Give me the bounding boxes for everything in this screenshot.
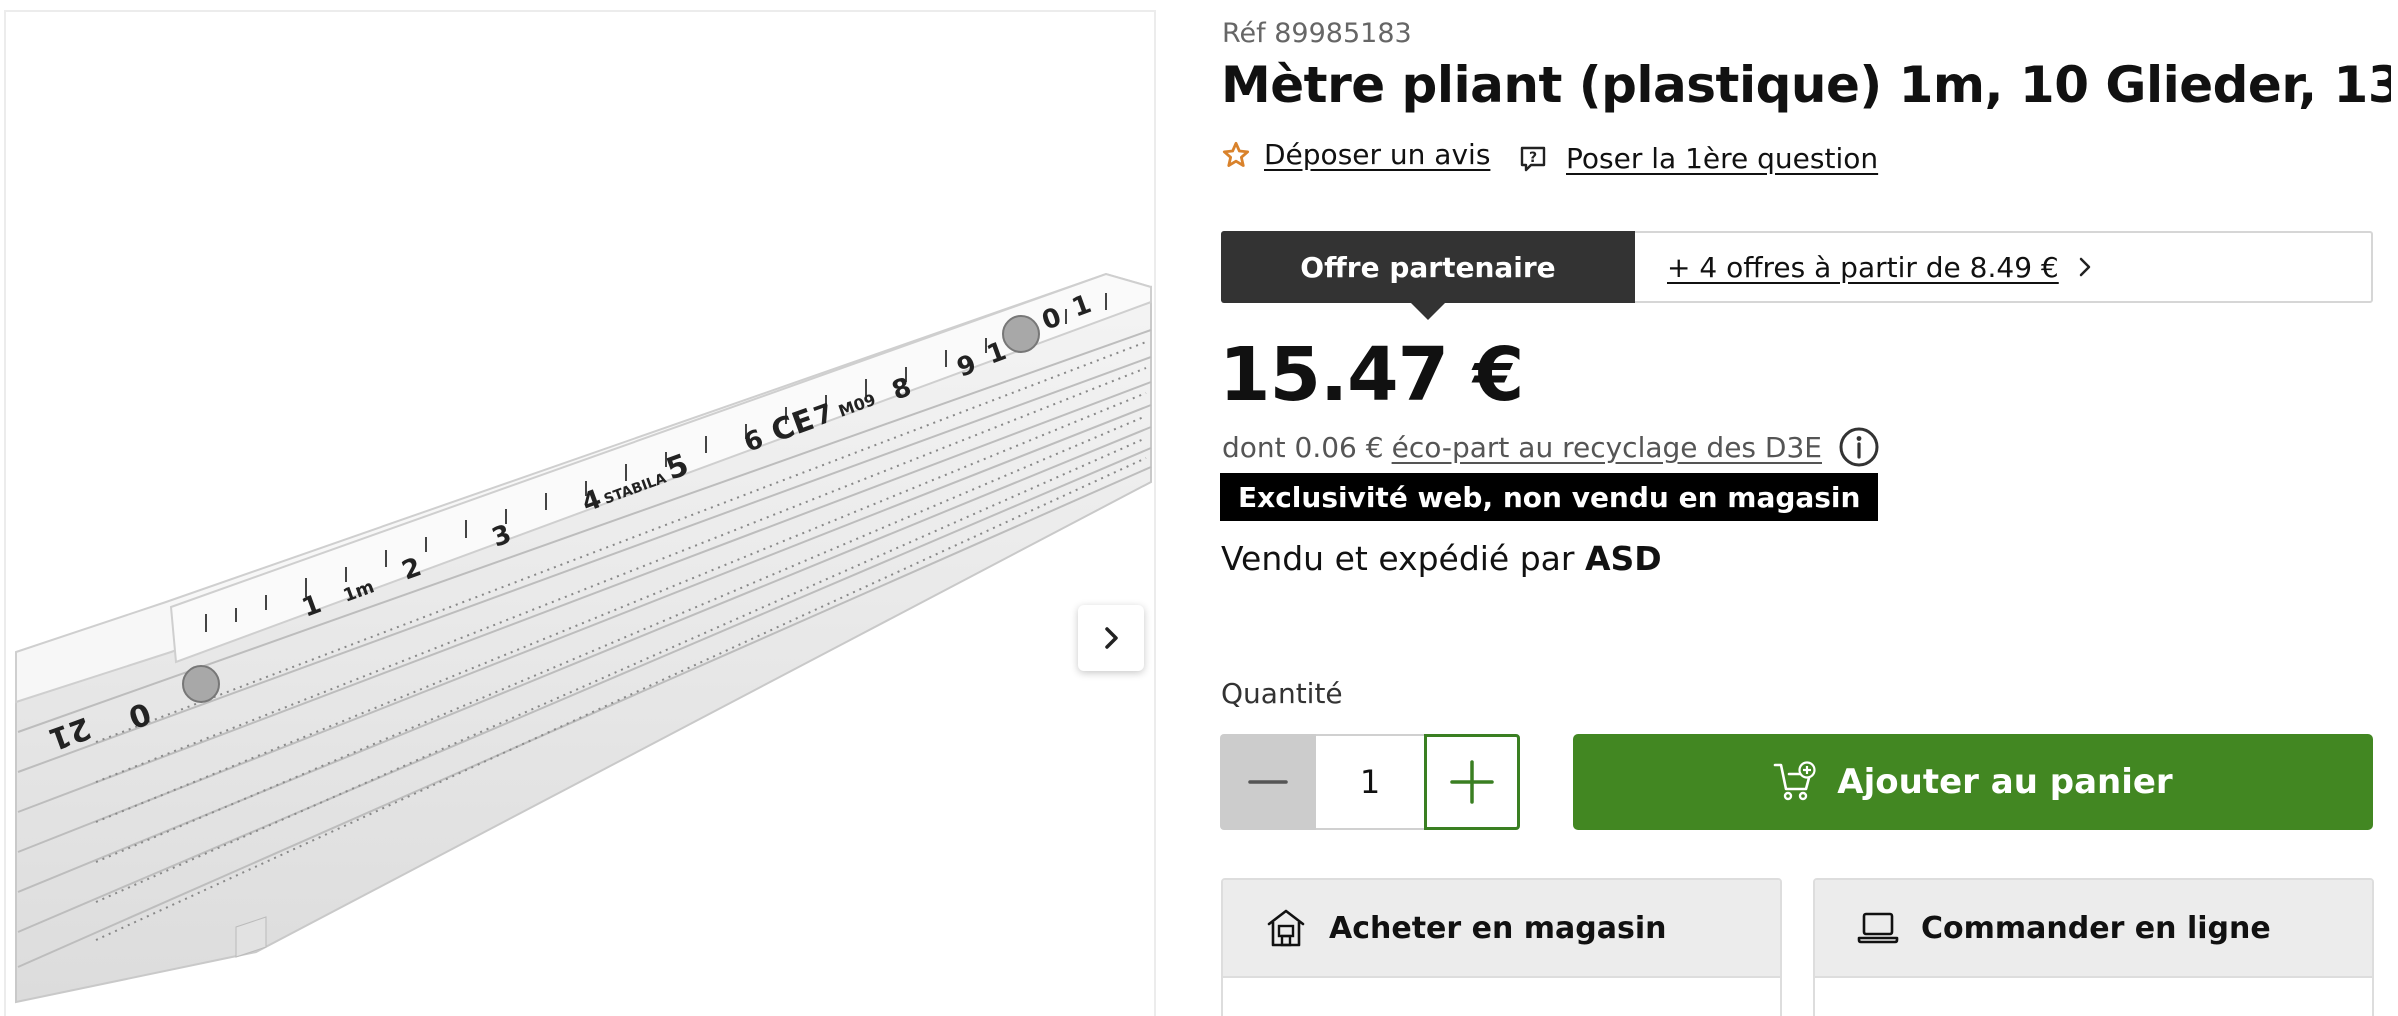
- buy-in-store-label: Acheter en magasin: [1329, 910, 1667, 946]
- cart-add-icon: [1773, 761, 1816, 801]
- question-link-group[interactable]: ? Poser la 1ère question: [1518, 142, 1878, 175]
- offer-selector: Offre partenaire + 4 offres à partir de …: [1221, 231, 2373, 320]
- order-online-card[interactable]: Commander en ligne: [1813, 878, 2374, 1016]
- seller-name: ASD: [1584, 539, 1662, 578]
- laptop-icon: [1857, 912, 1899, 944]
- write-review-link[interactable]: Déposer un avis: [1264, 138, 1490, 171]
- eco-participation-link[interactable]: éco-part au recyclage des D3E: [1392, 431, 1822, 464]
- product-reference: Réf 89985183: [1222, 18, 1412, 49]
- quantity-input[interactable]: [1316, 734, 1424, 830]
- eco-amount: dont 0.06 €: [1222, 430, 1384, 464]
- add-to-cart-button[interactable]: Ajouter au panier: [1573, 734, 2373, 830]
- add-to-cart-label: Ajouter au panier: [1837, 762, 2173, 802]
- product-title: Mètre pliant (plastique) 1m, 10 Glieder,…: [1221, 56, 2391, 114]
- chevron-right-icon: [1105, 627, 1118, 649]
- review-link-group[interactable]: Déposer un avis: [1222, 138, 1490, 171]
- product-price: 15.47 €: [1219, 332, 1524, 418]
- decrease-quantity-button[interactable]: [1220, 734, 1316, 830]
- minus-icon: [1248, 780, 1288, 784]
- buy-in-store-header[interactable]: Acheter en magasin: [1223, 880, 1780, 978]
- product-image: 21 0 1 1m 2 3 4 STABILA 5 6 CE 7 M09 8 9…: [15, 272, 1152, 1004]
- question-bubble-icon: ?: [1520, 146, 1546, 171]
- chevron-right-icon: [2079, 257, 2090, 277]
- plus-icon: [1450, 760, 1494, 804]
- svg-text:?: ?: [1529, 150, 1537, 166]
- gallery-next-button[interactable]: [1078, 605, 1144, 671]
- buy-in-store-card[interactable]: Acheter en magasin: [1221, 878, 1782, 1016]
- quantity-label: Quantité: [1221, 677, 1343, 710]
- product-gallery: 21 0 1 1m 2 3 4 STABILA 5 6 CE 7 M09 8 9…: [4, 10, 1156, 1016]
- tab-partner-offer[interactable]: Offre partenaire: [1221, 231, 1635, 320]
- star-icon: [1222, 141, 1250, 167]
- quantity-stepper: [1220, 734, 1520, 830]
- order-online-body: [1815, 978, 2372, 1016]
- buy-in-store-body: [1223, 978, 1780, 1016]
- more-offers-link[interactable]: + 4 offres à partir de 8.49 €: [1635, 233, 2093, 301]
- eco-participation: dont 0.06 € éco-part au recyclage des D3…: [1222, 426, 1880, 468]
- order-online-label: Commander en ligne: [1921, 910, 2271, 946]
- ask-question-link[interactable]: Poser la 1ère question: [1566, 142, 1878, 175]
- order-online-header[interactable]: Commander en ligne: [1815, 880, 2372, 978]
- more-offers-label: + 4 offres à partir de 8.49 €: [1667, 250, 2059, 284]
- web-exclusive-badge: Exclusivité web, non vendu en magasin: [1220, 473, 1879, 521]
- store-icon: [1267, 909, 1305, 947]
- increase-quantity-button[interactable]: [1424, 734, 1520, 830]
- info-icon[interactable]: [1838, 426, 1880, 468]
- seller-prefix: Vendu et expédié par: [1221, 539, 1575, 578]
- seller-info: Vendu et expédié par ASD: [1221, 539, 1662, 578]
